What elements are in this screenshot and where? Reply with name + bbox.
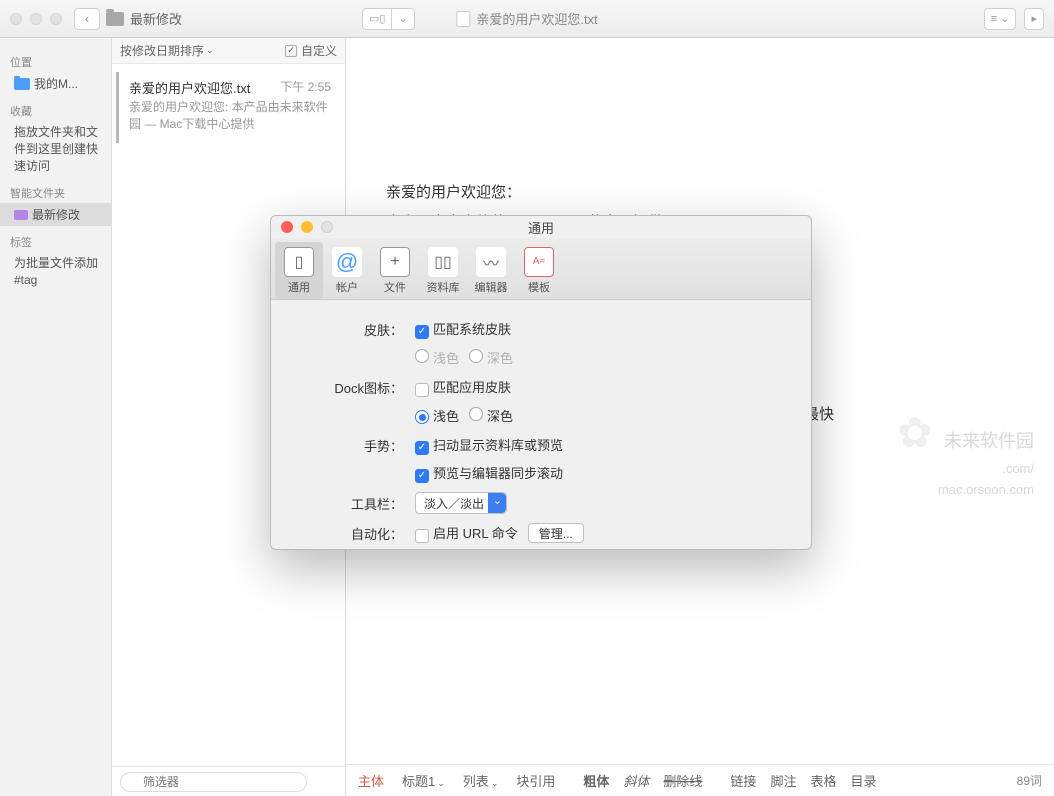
document-title: 亲爱的用户欢迎您.txt bbox=[476, 9, 597, 28]
prefs-toolbar: ▯ 通用 @ 帐户 + 文件 ▯▯ 资料库 〰 编辑器 A= 模板 bbox=[271, 238, 811, 300]
sidebar-heading-tags: 标签 bbox=[0, 232, 111, 252]
sidebar-item-recent[interactable]: 最新修改 bbox=[0, 203, 111, 226]
dock-match-app-checkbox[interactable]: ✓匹配应用皮肤 bbox=[415, 377, 511, 397]
footer-strike[interactable]: 删除线 bbox=[663, 771, 702, 790]
sidebar-heading-location: 位置 bbox=[0, 52, 111, 72]
file-row[interactable]: 亲爱的用户欢迎您.txt 下午 2:55 亲爱的用户欢迎您: 本产品由未来软件园… bbox=[116, 72, 341, 143]
automation-manage-button[interactable]: 管理... bbox=[528, 523, 584, 543]
footer-bold[interactable]: 粗体 bbox=[583, 771, 609, 790]
dock-light-radio[interactable]: 浅色 bbox=[415, 406, 459, 425]
prefs-titlebar: 通用 bbox=[271, 216, 811, 238]
main-titlebar: ‹ 最新修改 ▭▯ ⌄ 亲爱的用户欢迎您.txt ≡ ⌄ ▸ bbox=[0, 0, 1054, 38]
footer-main[interactable]: 主体 bbox=[358, 771, 384, 790]
footer-blockquote[interactable]: 块引用 bbox=[516, 771, 555, 790]
sidebar-heading-favorites: 收藏 bbox=[0, 101, 111, 121]
folder-icon bbox=[14, 78, 30, 90]
custom-label[interactable]: 自定义 bbox=[301, 42, 337, 59]
sidebar-item-label: 为批量文件添加#tag bbox=[14, 255, 101, 289]
skin-dark-radio[interactable]: 深色 bbox=[469, 348, 513, 367]
footer-heading[interactable]: 标题1⌄ bbox=[402, 771, 445, 790]
footer-list[interactable]: 列表⌄ bbox=[463, 771, 499, 790]
gesture-swipe-checkbox[interactable]: ✓扫动显示资料库或预览 bbox=[415, 435, 563, 455]
prefs-tab-editor[interactable]: 〰 编辑器 bbox=[467, 242, 515, 299]
document-icon bbox=[456, 11, 470, 27]
play-button[interactable]: ▸ bbox=[1024, 8, 1044, 30]
filter-input[interactable] bbox=[120, 772, 307, 792]
automation-label: 自动化： bbox=[295, 524, 415, 543]
chevron-down-icon[interactable]: ⌄ bbox=[206, 45, 214, 56]
account-icon: @ bbox=[332, 247, 362, 277]
footer-footnote[interactable]: 脚注 bbox=[770, 771, 796, 790]
sidebar-favorites-hint: 拖放文件夹和文件到这里创建快速访问 bbox=[0, 121, 111, 177]
titlebar-folder-label: 最新修改 bbox=[130, 9, 182, 28]
paragraph-style-button[interactable]: ≡ ⌄ bbox=[984, 8, 1017, 30]
footer-table[interactable]: 表格 bbox=[810, 771, 836, 790]
traffic-lights bbox=[10, 13, 62, 25]
toolbar-label: 工具栏： bbox=[295, 494, 415, 513]
gesture-sync-checkbox[interactable]: ✓预览与编辑器同步滚动 bbox=[415, 463, 563, 483]
smart-folder-icon bbox=[14, 210, 28, 220]
folder-icon bbox=[106, 12, 124, 26]
dock-label: Dock图标： bbox=[295, 378, 415, 397]
sidebar-item-label: 我的M... bbox=[34, 75, 78, 92]
skin-match-system-checkbox[interactable]: ✓匹配系统皮肤 bbox=[415, 319, 511, 339]
file-preview: 亲爱的用户欢迎您: 本产品由未来软件园 — Mac下载中心提供 bbox=[129, 99, 331, 133]
sidebar-item-label: 最新修改 bbox=[32, 206, 80, 223]
sidebar-heading-smart: 智能文件夹 bbox=[0, 183, 111, 203]
automation-url-checkbox[interactable]: ✓启用 URL 命令 bbox=[415, 523, 518, 543]
footer-link[interactable]: 链接 bbox=[730, 771, 756, 790]
sidebar-item-my-mac[interactable]: 我的M... bbox=[0, 72, 111, 95]
templates-icon: A= bbox=[524, 247, 554, 277]
prefs-title: 通用 bbox=[528, 218, 554, 237]
prefs-tab-general[interactable]: ▯ 通用 bbox=[275, 242, 323, 299]
library-icon: ▯▯ bbox=[428, 247, 458, 277]
gesture-label: 手势： bbox=[295, 436, 415, 455]
toolbar-select[interactable]: 淡入／淡出 bbox=[415, 492, 507, 514]
file-title: 亲爱的用户欢迎您.txt bbox=[129, 78, 250, 97]
prefs-close-button[interactable] bbox=[281, 221, 293, 233]
sidebar: 位置 我的M... 收藏 拖放文件夹和文件到这里创建快速访问 智能文件夹 最新修… bbox=[0, 38, 112, 796]
files-icon: + bbox=[380, 247, 410, 277]
file-time: 下午 2:55 bbox=[280, 78, 331, 97]
sort-label[interactable]: 按修改日期排序 bbox=[120, 42, 204, 59]
footer-italic[interactable]: 斜体 bbox=[623, 771, 649, 790]
custom-checkbox[interactable]: ✓ bbox=[285, 45, 297, 57]
back-button[interactable]: ‹ bbox=[74, 8, 100, 30]
view-mode-button[interactable]: ▭▯ bbox=[362, 8, 391, 30]
general-icon: ▯ bbox=[284, 247, 314, 277]
close-window-button[interactable] bbox=[10, 13, 22, 25]
minimize-window-button[interactable] bbox=[30, 13, 42, 25]
prefs-tab-templates[interactable]: A= 模板 bbox=[515, 242, 563, 299]
skin-label: 皮肤： bbox=[295, 320, 415, 339]
prefs-tab-library[interactable]: ▯▯ 资料库 bbox=[419, 242, 467, 299]
sidebar-item-label: 拖放文件夹和文件到这里创建快速访问 bbox=[14, 124, 101, 174]
skin-light-radio[interactable]: 浅色 bbox=[415, 348, 459, 367]
word-count[interactable]: 89词 bbox=[1017, 772, 1042, 789]
prefs-tab-files[interactable]: + 文件 bbox=[371, 242, 419, 299]
dock-dark-radio[interactable]: 深色 bbox=[469, 406, 513, 425]
zoom-window-button[interactable] bbox=[50, 13, 62, 25]
editor-line: 亲爱的用户欢迎您： bbox=[386, 178, 1014, 208]
prefs-minimize-button[interactable] bbox=[301, 221, 313, 233]
prefs-tab-account[interactable]: @ 帐户 bbox=[323, 242, 371, 299]
prefs-zoom-button[interactable] bbox=[321, 221, 333, 233]
editor-icon: 〰 bbox=[476, 247, 506, 277]
view-mode-dropdown[interactable]: ⌄ bbox=[391, 8, 414, 30]
preferences-dialog: 通用 ▯ 通用 @ 帐户 + 文件 ▯▯ 资料库 〰 编辑器 A= 模板 皮肤： bbox=[270, 215, 812, 550]
file-list-header: 按修改日期排序 ⌄ ✓ 自定义 bbox=[112, 38, 345, 64]
footer-toc[interactable]: 目录 bbox=[850, 771, 876, 790]
sidebar-tags-hint: 为批量文件添加#tag bbox=[0, 252, 111, 292]
editor-footer: 主体 标题1⌄ 列表⌄ 块引用 粗体 斜体 删除线 链接 脚注 表格 目录 89… bbox=[346, 764, 1054, 796]
